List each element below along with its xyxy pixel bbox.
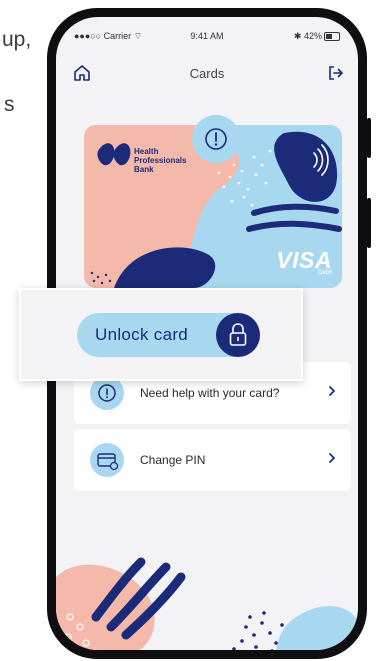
unlock-card-label: Unlock card: [95, 325, 189, 344]
chevron-right-icon: [329, 386, 335, 396]
background-text-fragment: s: [4, 93, 15, 116]
unlock-card-popover: Unlock card: [19, 288, 303, 381]
card-pin-icon: [90, 443, 124, 477]
decorative-pattern: [56, 557, 358, 650]
nav-bar: Cards: [56, 57, 358, 87]
alert-icon: [205, 128, 227, 150]
lock-icon: [216, 313, 260, 357]
logout-icon[interactable]: [326, 63, 346, 83]
status-bar: ●●●○○ Carrier ⌔ 9:41 AM ✱ 42%: [56, 17, 358, 47]
chevron-right-icon: [329, 453, 335, 463]
change-pin-item[interactable]: Change PIN: [74, 429, 351, 491]
background-text-fragment: up,: [2, 28, 32, 51]
unlock-card-button[interactable]: Unlock card: [77, 313, 260, 357]
bank-name: Health Professionals Bank: [134, 147, 187, 174]
help-card-label: Need help with your card?: [140, 386, 280, 400]
card-alert-badge[interactable]: [192, 115, 240, 163]
battery-status: ✱ 42%: [294, 31, 340, 42]
change-pin-label: Change PIN: [140, 453, 206, 467]
phone-side-button: [367, 118, 371, 158]
bluetooth-icon: ✱: [293, 31, 302, 41]
battery-icon: [324, 32, 340, 42]
card-type: Debit: [317, 270, 332, 276]
help-icon: [90, 376, 124, 410]
page-title: Cards: [189, 66, 225, 81]
phone-side-button: [367, 198, 371, 248]
